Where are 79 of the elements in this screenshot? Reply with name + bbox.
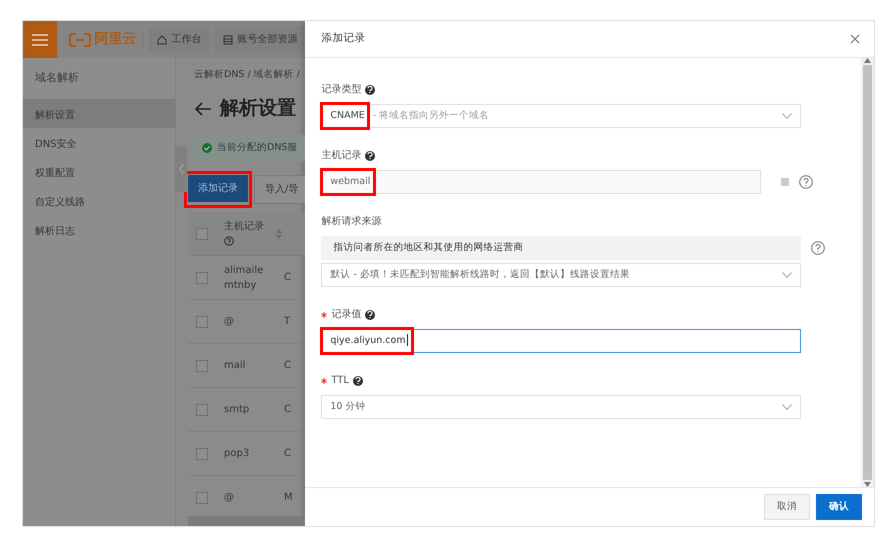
field-label: TTL — [331, 374, 349, 388]
confirm-button[interactable]: 确认 — [816, 494, 862, 520]
sidebar-item[interactable]: 解析设置 — [23, 98, 175, 128]
sidebar-item[interactable]: 解析日志 — [23, 214, 175, 244]
select-description: - 将域名指向另外一个域名 — [372, 110, 490, 121]
scroll-down-icon[interactable] — [864, 482, 871, 487]
checkbox[interactable] — [196, 492, 208, 504]
import-export-button[interactable]: 导入/导 — [254, 175, 306, 204]
dialog-title: 添加记录 — [321, 31, 366, 46]
close-icon[interactable] — [850, 34, 860, 44]
sidebar-item[interactable]: 自定义线路 — [23, 186, 175, 214]
check-circle-icon — [202, 142, 212, 153]
page-title: 解析设置 — [220, 96, 296, 122]
sort-icon[interactable] — [276, 228, 282, 238]
input-field[interactable]: webmail — [321, 170, 762, 194]
table-cell-text: alimailemtnby — [224, 264, 264, 292]
add-record-button[interactable]: 添加记录 — [188, 175, 248, 202]
vertical-scrollbar[interactable] — [861, 58, 874, 487]
info-note: 指访问者所在的地区和其使用的网络运营商 — [321, 236, 802, 260]
table-cell-text: T — [284, 315, 290, 329]
help-icon[interactable] — [365, 150, 376, 160]
help-icon[interactable] — [365, 84, 376, 94]
checkbox[interactable] — [196, 360, 208, 372]
table-cell-text: C — [284, 403, 291, 417]
help-icon[interactable] — [365, 310, 376, 320]
checkbox[interactable] — [196, 448, 208, 460]
select-value: 默认 - 必填！未匹配到智能解析线路时，返回【默认】线路设置结果 — [330, 268, 630, 280]
checkbox[interactable] — [196, 404, 208, 416]
nav-button[interactable]: 账号全部资源 — [215, 26, 306, 52]
scroll-up-icon[interactable] — [864, 58, 871, 63]
table-cell-text: M — [284, 491, 293, 505]
field-label: 主机记录 — [321, 148, 362, 163]
select-field[interactable]: 10 分钟 — [321, 395, 802, 419]
checkbox[interactable] — [196, 228, 208, 240]
menu-icon — [32, 34, 48, 46]
scrollbar-thumb[interactable] — [863, 65, 872, 480]
sidebar-title: 域名解析 — [34, 70, 80, 86]
table-cell-text: @ — [224, 491, 235, 505]
list-icon — [223, 34, 234, 44]
column-header: 主机记录 — [224, 220, 264, 232]
checkbox[interactable] — [196, 316, 208, 328]
cancel-button[interactable]: 取消 — [764, 494, 810, 520]
caret-icon — [782, 404, 792, 410]
caret-icon — [782, 113, 792, 119]
horizontal-scrollbar[interactable] — [188, 516, 306, 526]
input-value: qiye.aliyun.com — [330, 334, 406, 346]
select-field[interactable]: CNAME - 将域名指向另外一个域名 — [321, 104, 802, 128]
logo-text: 阿里云 — [94, 30, 136, 49]
table-cell-text: C — [284, 359, 291, 373]
home-icon — [157, 34, 168, 44]
menu-button[interactable] — [23, 21, 58, 58]
logo-icon — [69, 32, 92, 46]
select-value: 10 分钟 — [330, 400, 366, 412]
field-label: 解析请求来源 — [321, 214, 382, 229]
table-cell-text: C — [284, 271, 291, 285]
sidebar-item[interactable]: DNS安全 — [23, 128, 175, 156]
table-cell-text: pop3 — [224, 447, 250, 461]
sidebar-item[interactable]: 权重配置 — [23, 156, 175, 186]
breadcrumb: 云解析DNS / 域名解析 / — [193, 68, 301, 82]
help-icon[interactable] — [352, 376, 363, 386]
nav-button[interactable]: 工作台 — [149, 26, 210, 52]
input-field[interactable]: qiye.aliyun.com — [321, 329, 802, 353]
help-icon — [224, 236, 234, 246]
banner-text: 当前分配的DNS服 — [217, 140, 298, 155]
table-cell-text: mail — [224, 359, 246, 373]
select-field[interactable]: 默认 - 必填！未匹配到智能解析线路时，返回【默认】线路设置结果 — [321, 263, 802, 287]
field-label: 记录值 — [331, 308, 362, 322]
text-cursor — [406, 334, 408, 346]
input-value: webmail — [330, 176, 370, 187]
select-value: CNAME — [330, 110, 365, 121]
table-cell-text: smtp — [224, 403, 250, 417]
collapse-handle[interactable] — [176, 146, 187, 192]
caret-icon — [782, 272, 792, 278]
checkbox[interactable] — [196, 272, 208, 284]
back-arrow-icon[interactable] — [194, 102, 212, 116]
field-label: 记录类型 — [321, 82, 362, 97]
chevron-left-icon — [179, 164, 184, 174]
table-cell-text: C — [284, 447, 291, 461]
table-cell-text: @ — [224, 315, 235, 329]
